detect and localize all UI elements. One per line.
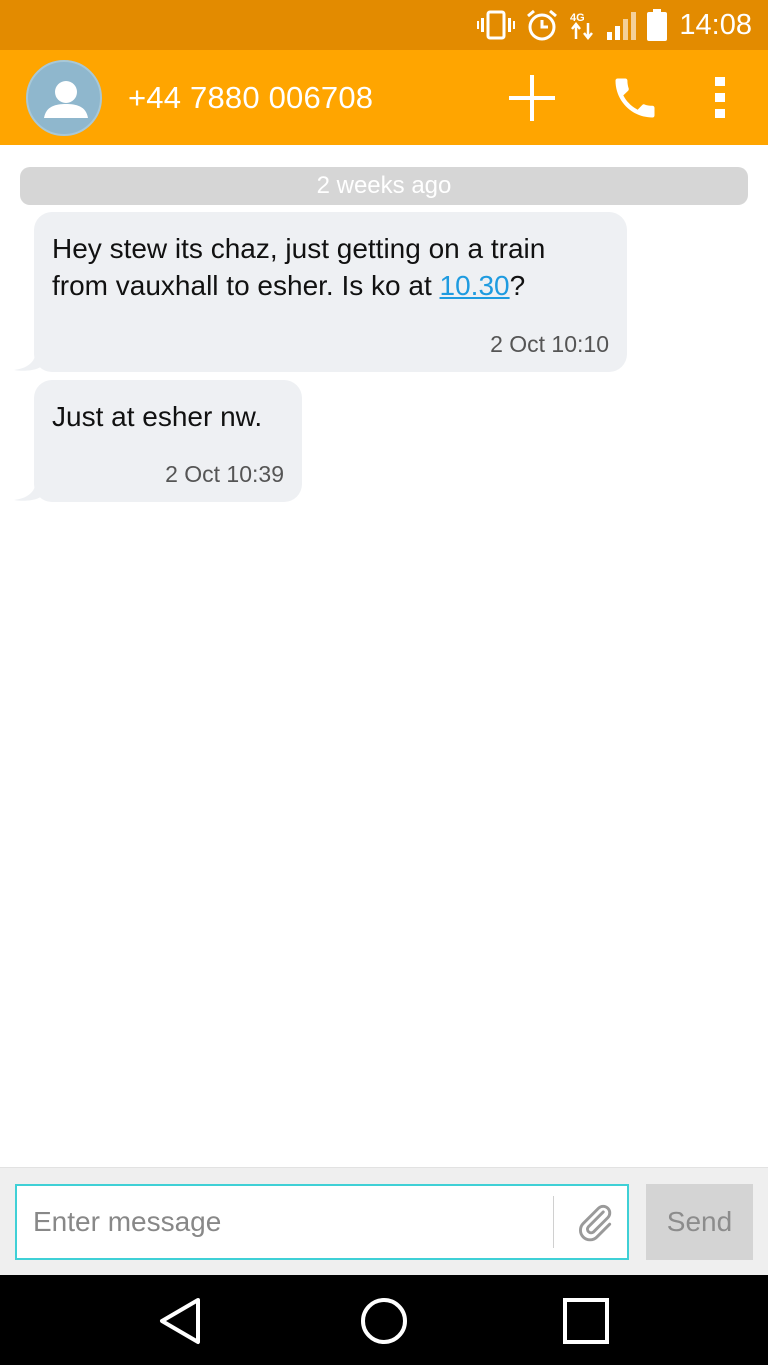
attach-button[interactable]	[565, 1192, 625, 1252]
compose-divider	[553, 1196, 554, 1248]
avatar-placeholder-icon	[44, 81, 88, 118]
add-icon	[509, 75, 555, 121]
signal-icon	[607, 10, 637, 40]
alarm-icon	[525, 8, 559, 42]
recents-icon	[563, 1298, 609, 1344]
message-bubble[interactable]: Just at esher nw. 2 Oct 10:39	[34, 380, 302, 502]
battery-icon	[647, 9, 668, 41]
message-text: Hey stew its chaz, just getting on a tra…	[52, 233, 546, 301]
navigation-bar	[0, 1275, 768, 1365]
message-text: Just at esher nw.	[52, 401, 263, 432]
time-divider: 2 weeks ago	[20, 167, 748, 205]
back-icon	[160, 1298, 200, 1344]
more-options-button[interactable]	[696, 68, 744, 128]
status-time: 14:08	[679, 8, 752, 41]
compose-bar: Send	[0, 1167, 768, 1275]
back-button[interactable]	[150, 1293, 210, 1349]
message-input[interactable]	[33, 1186, 543, 1258]
svg-text:4G: 4G	[570, 12, 585, 24]
status-bar: 4G 14:08	[0, 0, 768, 50]
home-icon	[361, 1298, 407, 1344]
more-vert-icon	[715, 77, 725, 118]
message-timestamp: 2 Oct 10:39	[165, 461, 284, 487]
time-link[interactable]: 10.30	[440, 270, 510, 301]
send-button[interactable]: Send	[646, 1184, 753, 1260]
message-timestamp: 2 Oct 10:10	[490, 331, 609, 357]
contact-title: +44 7880 006708	[128, 80, 374, 115]
home-button[interactable]	[354, 1293, 414, 1349]
add-button[interactable]	[500, 68, 564, 128]
app-bar: +44 7880 006708	[0, 50, 768, 145]
message-bubble[interactable]: Hey stew its chaz, just getting on a tra…	[34, 212, 627, 372]
recents-button[interactable]	[556, 1293, 616, 1349]
contact-avatar[interactable]	[26, 60, 102, 136]
paperclip-icon	[579, 1204, 612, 1242]
call-button[interactable]	[600, 68, 670, 128]
compose-field	[15, 1184, 629, 1260]
call-icon	[615, 78, 655, 118]
vibrate-icon	[477, 10, 516, 40]
network-4g-icon: 4G	[569, 9, 597, 41]
